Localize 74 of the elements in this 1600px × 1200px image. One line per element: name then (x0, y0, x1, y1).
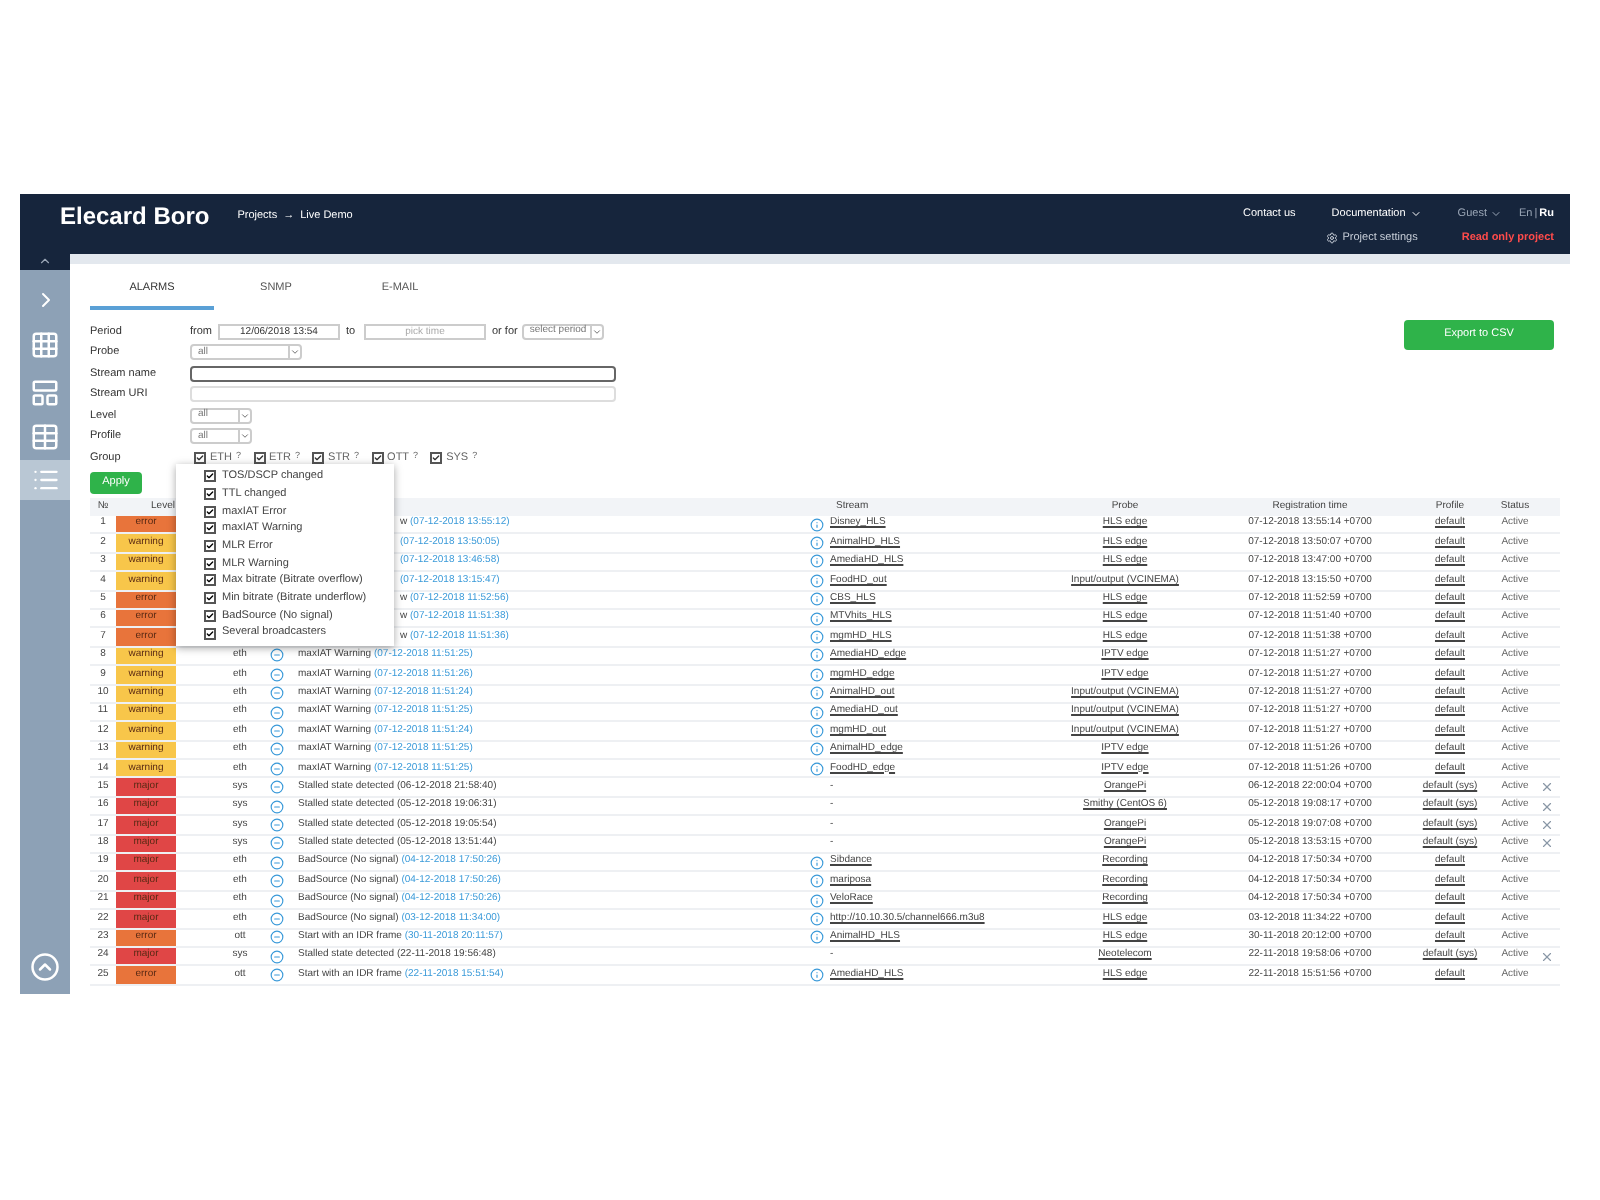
minus-circle-icon[interactable] (270, 761, 284, 776)
checkbox[interactable] (204, 627, 216, 640)
chevron-down-icon[interactable] (1490, 208, 1503, 221)
info-icon[interactable] (810, 667, 824, 682)
remove-icon[interactable] (1540, 949, 1554, 964)
checkbox[interactable] (204, 505, 216, 518)
remove-icon[interactable] (1540, 780, 1554, 795)
minus-circle-icon[interactable] (270, 949, 284, 964)
info-icon[interactable] (810, 968, 824, 983)
scroll-top-icon[interactable] (30, 952, 60, 982)
info-icon[interactable] (810, 630, 824, 645)
list-nav-item[interactable] (20, 460, 70, 500)
minus-circle-icon[interactable] (270, 874, 284, 889)
table-icon[interactable] (30, 422, 60, 452)
minus-circle-icon[interactable] (270, 780, 284, 795)
info-icon[interactable] (810, 705, 824, 720)
minus-circle-icon[interactable] (270, 799, 284, 814)
remove-icon[interactable] (1540, 799, 1554, 814)
checkbox[interactable] (204, 557, 216, 570)
checkbox[interactable] (204, 540, 216, 553)
info-icon[interactable] (810, 554, 824, 569)
minus-circle-icon[interactable] (270, 742, 284, 757)
caret-icon (238, 409, 250, 422)
info-icon[interactable] (810, 686, 824, 701)
info-icon[interactable] (810, 855, 824, 870)
checkbox[interactable] (204, 470, 216, 483)
text-field[interactable] (190, 365, 616, 382)
list-icon (31, 466, 59, 494)
info-icon[interactable] (810, 592, 824, 607)
minus-circle-icon[interactable] (270, 686, 284, 701)
checkbox[interactable] (204, 574, 216, 587)
checkbox[interactable] (312, 451, 325, 464)
checkbox[interactable] (430, 451, 443, 464)
info-icon[interactable] (810, 761, 824, 776)
checkbox[interactable] (204, 609, 216, 622)
chevron-down-icon[interactable] (1409, 208, 1422, 221)
minus-circle-icon[interactable] (270, 705, 284, 720)
info-icon[interactable] (810, 517, 824, 532)
info-icon[interactable] (810, 742, 824, 757)
info-icon[interactable] (810, 911, 824, 926)
checkbox[interactable] (204, 488, 216, 501)
caret-icon (589, 326, 602, 338)
info-icon[interactable] (810, 930, 824, 945)
caret-icon (288, 346, 300, 359)
checkbox[interactable] (204, 592, 216, 605)
checkbox[interactable] (194, 451, 206, 464)
info-icon[interactable] (810, 893, 824, 907)
minus-circle-icon[interactable] (270, 723, 284, 738)
remove-icon[interactable] (1540, 817, 1554, 832)
info-icon[interactable] (810, 611, 824, 626)
minus-circle-icon[interactable] (270, 930, 284, 945)
minus-circle-icon[interactable] (270, 667, 284, 682)
remove-icon[interactable] (1540, 836, 1554, 851)
minus-circle-icon[interactable] (270, 817, 284, 832)
minus-circle-icon[interactable] (270, 911, 284, 926)
info-icon[interactable] (810, 874, 824, 889)
panels-icon[interactable] (30, 378, 60, 408)
checkbox[interactable] (253, 451, 266, 464)
info-icon[interactable] (810, 573, 824, 588)
minus-circle-icon[interactable] (270, 648, 284, 663)
caret-icon (238, 430, 250, 443)
info-icon[interactable] (810, 536, 824, 551)
info-icon[interactable] (810, 723, 824, 738)
gear-icon[interactable] (1326, 232, 1339, 245)
minus-circle-icon[interactable] (270, 968, 284, 983)
checkbox[interactable] (371, 451, 384, 464)
collapse-icon[interactable] (38, 254, 52, 268)
minus-circle-icon[interactable] (270, 893, 284, 907)
logo: Elecard Boro (60, 202, 210, 230)
checkbox[interactable] (204, 522, 216, 535)
grid-icon[interactable] (30, 330, 60, 360)
minus-circle-icon[interactable] (270, 836, 284, 851)
minus-circle-icon[interactable] (270, 855, 284, 870)
info-icon[interactable] (810, 648, 824, 663)
